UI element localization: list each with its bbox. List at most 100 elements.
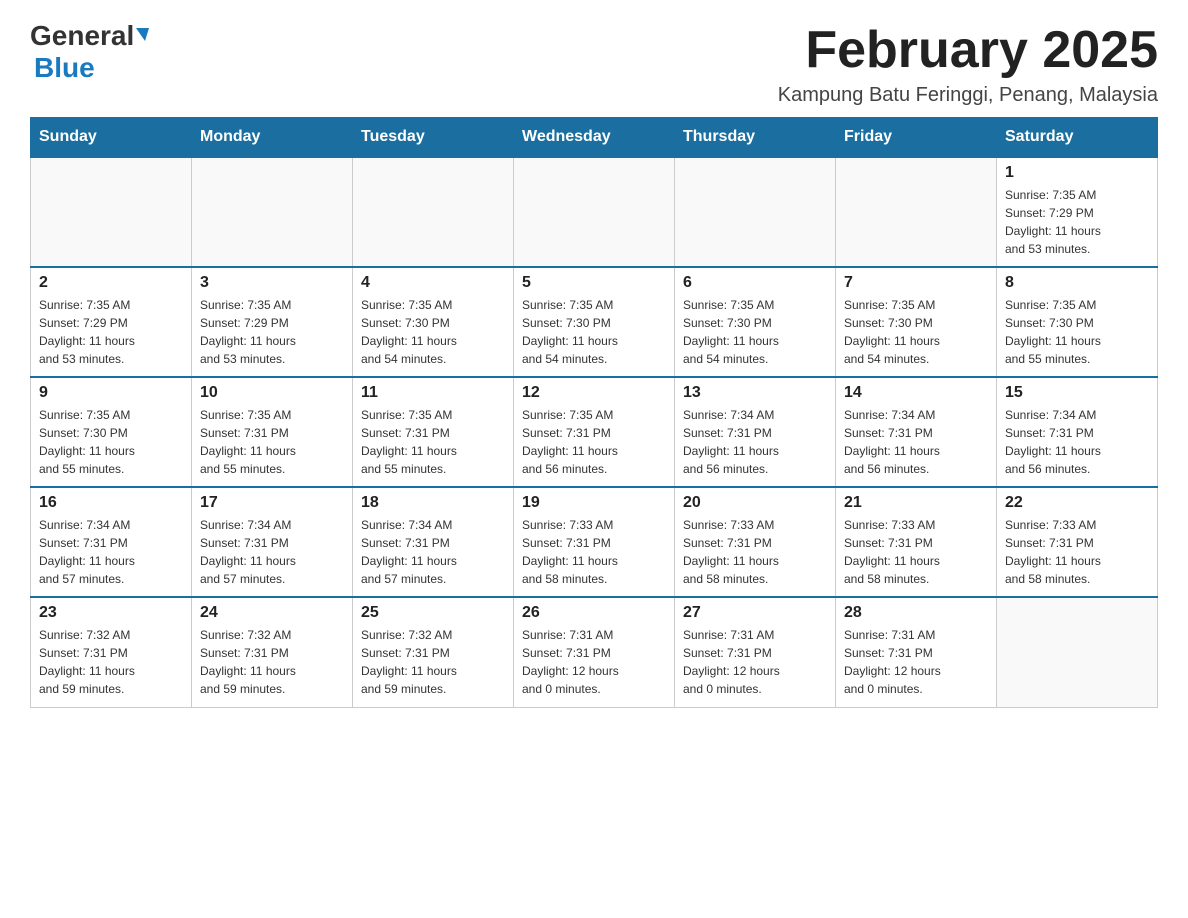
calendar-cell: 28 Sunrise: 7:31 AM Sunset: 7:31 PM Dayli…	[836, 597, 997, 707]
calendar-cell: 17Sunrise: 7:34 AM Sunset: 7:31 PM Dayli…	[192, 487, 353, 597]
day-info: Sunrise: 7:35 AM Sunset: 7:31 PM Dayligh…	[361, 406, 505, 478]
day-number: 16	[39, 494, 183, 512]
week-row-4: 16 Sunrise: 7:34 AM Sunset: 7:31 PM Dayli…	[31, 487, 1158, 597]
weekday-header-row: SundayMondayTuesdayWednesdayThursdayFrid…	[31, 118, 1158, 158]
day-info: Sunrise: 7:32 AM Sunset: 7:31 PM Dayligh…	[361, 626, 505, 698]
calendar-cell: 18 Sunrise: 7:34 AM Sunset: 7:31 PM Dayli…	[353, 487, 514, 597]
calendar-cell: 3 Sunrise: 7:35 AM Sunset: 7:29 PM Daylig…	[192, 267, 353, 377]
day-info: Sunrise: 7:35 AM Sunset: 7:31 PM Dayligh…	[522, 406, 666, 478]
day-number: 6	[683, 274, 827, 292]
day-info: Sunrise: 7:31 AM Sunset: 7:31 PM Dayligh…	[683, 626, 827, 698]
day-info: Sunrise: 7:31 AM Sunset: 7:31 PM Dayligh…	[844, 626, 988, 698]
calendar-cell: 11 Sunrise: 7:35 AM Sunset: 7:31 PM Dayli…	[353, 377, 514, 487]
day-number: 26	[522, 604, 666, 622]
calendar-cell	[514, 157, 675, 267]
calendar-cell: 4 Sunrise: 7:35 AM Sunset: 7:30 PM Daylig…	[353, 267, 514, 377]
day-number: 3	[200, 274, 344, 292]
day-info: Sunrise: 7:35 AM Sunset: 7:30 PM Dayligh…	[683, 296, 827, 368]
day-number: 24	[200, 604, 344, 622]
calendar-cell: 27 Sunrise: 7:31 AM Sunset: 7:31 PM Dayli…	[675, 597, 836, 707]
day-info: Sunrise: 7:33 AM Sunset: 7:31 PM Dayligh…	[522, 516, 666, 588]
calendar-cell: 14 Sunrise: 7:34 AM Sunset: 7:31 PM Dayli…	[836, 377, 997, 487]
calendar-cell: 6 Sunrise: 7:35 AM Sunset: 7:30 PM Daylig…	[675, 267, 836, 377]
day-number: 18	[361, 494, 505, 512]
day-number: 14	[844, 384, 988, 402]
calendar-cell: 19 Sunrise: 7:33 AM Sunset: 7:31 PM Dayli…	[514, 487, 675, 597]
day-info: Sunrise: 7:32 AM Sunset: 7:31 PM Dayligh…	[200, 626, 344, 698]
day-info: Sunrise: 7:33 AM Sunset: 7:31 PM Dayligh…	[844, 516, 988, 588]
day-info: Sunrise: 7:34 AM Sunset: 7:31 PM Dayligh…	[844, 406, 988, 478]
day-info: Sunrise: 7:35 AM Sunset: 7:31 PM Dayligh…	[200, 406, 344, 478]
day-number: 4	[361, 274, 505, 292]
calendar-cell: 10Sunrise: 7:35 AM Sunset: 7:31 PM Dayli…	[192, 377, 353, 487]
week-row-3: 9 Sunrise: 7:35 AM Sunset: 7:30 PM Daylig…	[31, 377, 1158, 487]
weekday-header-thursday: Thursday	[675, 118, 836, 158]
calendar-cell	[675, 157, 836, 267]
calendar-cell: 7 Sunrise: 7:35 AM Sunset: 7:30 PM Daylig…	[836, 267, 997, 377]
calendar-cell: 22 Sunrise: 7:33 AM Sunset: 7:31 PM Dayli…	[997, 487, 1158, 597]
day-number: 28	[844, 604, 988, 622]
weekday-header-friday: Friday	[836, 118, 997, 158]
calendar-cell	[31, 157, 192, 267]
weekday-header-sunday: Sunday	[31, 118, 192, 158]
calendar-cell: 15 Sunrise: 7:34 AM Sunset: 7:31 PM Dayli…	[997, 377, 1158, 487]
day-number: 22	[1005, 494, 1149, 512]
calendar-cell: 21 Sunrise: 7:33 AM Sunset: 7:31 PM Dayli…	[836, 487, 997, 597]
calendar-cell: 20Sunrise: 7:33 AM Sunset: 7:31 PM Dayli…	[675, 487, 836, 597]
day-number: 1	[1005, 164, 1149, 182]
calendar-cell	[836, 157, 997, 267]
day-info: Sunrise: 7:31 AM Sunset: 7:31 PM Dayligh…	[522, 626, 666, 698]
day-number: 13	[683, 384, 827, 402]
logo: General Blue	[30, 20, 149, 84]
day-number: 27	[683, 604, 827, 622]
day-number: 19	[522, 494, 666, 512]
page-header: General Blue February 2025 Kampung Batu …	[30, 20, 1158, 107]
week-row-2: 2Sunrise: 7:35 AM Sunset: 7:29 PM Daylig…	[31, 267, 1158, 377]
calendar-cell: 23 Sunrise: 7:32 AM Sunset: 7:31 PM Dayli…	[31, 597, 192, 707]
calendar-cell: 5 Sunrise: 7:35 AM Sunset: 7:30 PM Daylig…	[514, 267, 675, 377]
day-info: Sunrise: 7:34 AM Sunset: 7:31 PM Dayligh…	[361, 516, 505, 588]
day-info: Sunrise: 7:34 AM Sunset: 7:31 PM Dayligh…	[1005, 406, 1149, 478]
calendar-cell: 12Sunrise: 7:35 AM Sunset: 7:31 PM Dayli…	[514, 377, 675, 487]
calendar-subtitle: Kampung Batu Feringgi, Penang, Malaysia	[778, 84, 1158, 107]
calendar-cell: 8 Sunrise: 7:35 AM Sunset: 7:30 PM Daylig…	[997, 267, 1158, 377]
day-info: Sunrise: 7:35 AM Sunset: 7:29 PM Dayligh…	[39, 296, 183, 368]
day-info: Sunrise: 7:35 AM Sunset: 7:29 PM Dayligh…	[1005, 186, 1149, 258]
day-number: 15	[1005, 384, 1149, 402]
day-number: 21	[844, 494, 988, 512]
day-info: Sunrise: 7:35 AM Sunset: 7:30 PM Dayligh…	[844, 296, 988, 368]
calendar-cell: 1 Sunrise: 7:35 AM Sunset: 7:29 PM Daylig…	[997, 157, 1158, 267]
calendar-cell	[353, 157, 514, 267]
day-number: 23	[39, 604, 183, 622]
weekday-header-wednesday: Wednesday	[514, 118, 675, 158]
day-info: Sunrise: 7:32 AM Sunset: 7:31 PM Dayligh…	[39, 626, 183, 698]
day-number: 5	[522, 274, 666, 292]
day-info: Sunrise: 7:35 AM Sunset: 7:30 PM Dayligh…	[1005, 296, 1149, 368]
calendar-cell	[192, 157, 353, 267]
calendar-cell: 26 Sunrise: 7:31 AM Sunset: 7:31 PM Dayli…	[514, 597, 675, 707]
day-info: Sunrise: 7:35 AM Sunset: 7:30 PM Dayligh…	[522, 296, 666, 368]
day-info: Sunrise: 7:35 AM Sunset: 7:30 PM Dayligh…	[39, 406, 183, 478]
day-number: 17	[200, 494, 344, 512]
calendar-table: SundayMondayTuesdayWednesdayThursdayFrid…	[30, 117, 1158, 708]
logo-arrow-icon	[136, 28, 149, 41]
title-section: February 2025 Kampung Batu Feringgi, Pen…	[778, 20, 1158, 107]
weekday-header-tuesday: Tuesday	[353, 118, 514, 158]
calendar-title: February 2025	[778, 20, 1158, 80]
day-info: Sunrise: 7:33 AM Sunset: 7:31 PM Dayligh…	[683, 516, 827, 588]
day-number: 8	[1005, 274, 1149, 292]
day-info: Sunrise: 7:35 AM Sunset: 7:30 PM Dayligh…	[361, 296, 505, 368]
day-number: 11	[361, 384, 505, 402]
logo-blue-text: Blue	[34, 52, 95, 83]
logo-general-text: General	[30, 20, 134, 52]
day-info: Sunrise: 7:34 AM Sunset: 7:31 PM Dayligh…	[39, 516, 183, 588]
weekday-header-saturday: Saturday	[997, 118, 1158, 158]
day-number: 7	[844, 274, 988, 292]
day-number: 9	[39, 384, 183, 402]
calendar-cell: 2Sunrise: 7:35 AM Sunset: 7:29 PM Daylig…	[31, 267, 192, 377]
day-info: Sunrise: 7:33 AM Sunset: 7:31 PM Dayligh…	[1005, 516, 1149, 588]
day-info: Sunrise: 7:35 AM Sunset: 7:29 PM Dayligh…	[200, 296, 344, 368]
week-row-5: 23 Sunrise: 7:32 AM Sunset: 7:31 PM Dayli…	[31, 597, 1158, 707]
day-number: 25	[361, 604, 505, 622]
calendar-cell: 13Sunrise: 7:34 AM Sunset: 7:31 PM Dayli…	[675, 377, 836, 487]
